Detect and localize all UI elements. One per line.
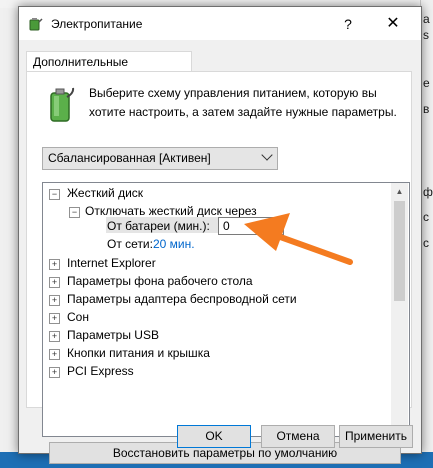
battery-setting-label[interactable]: От батареи (мин.):: [107, 218, 210, 234]
background-text: с: [423, 236, 429, 250]
background-window: [0, 0, 20, 468]
tree-item[interactable]: Сон: [67, 309, 89, 325]
collapse-icon[interactable]: −: [69, 207, 80, 218]
expand-icon[interactable]: +: [49, 313, 60, 324]
power-plan-value: Сбалансированная [Активен]: [48, 151, 211, 165]
power-options-icon: [29, 18, 43, 31]
collapse-icon[interactable]: −: [49, 189, 60, 200]
settings-tree[interactable]: − Жесткий диск − Отключать жесткий диск …: [42, 182, 410, 437]
background-text: ф: [423, 185, 433, 199]
ok-button[interactable]: OK: [177, 425, 251, 448]
tree-item[interactable]: Параметры адаптера беспроводной сети: [67, 291, 297, 307]
expand-icon[interactable]: +: [49, 349, 60, 360]
description-text: Выберите схему управления питанием, кото…: [89, 86, 397, 119]
tree-item[interactable]: Параметры фона рабочего стола: [67, 273, 253, 289]
cancel-button[interactable]: Отмена: [261, 425, 335, 448]
apply-button[interactable]: Применить: [339, 425, 413, 448]
close-button[interactable]: ✕: [383, 15, 403, 33]
tree-item[interactable]: Параметры USB: [67, 327, 159, 343]
tree-scrollbar[interactable]: ▲ ▼: [391, 183, 408, 436]
stepper-arrows-icon[interactable]: ▲ ▼: [270, 218, 283, 234]
window-title: Электропитание: [51, 17, 143, 31]
expand-icon[interactable]: +: [49, 259, 60, 270]
power-plan-select[interactable]: Сбалансированная [Активен]: [42, 147, 278, 170]
background-text: е: [423, 76, 430, 90]
expand-icon[interactable]: +: [49, 295, 60, 306]
expand-icon[interactable]: +: [49, 367, 60, 378]
scroll-up-icon[interactable]: ▲: [391, 183, 408, 200]
tree-item[interactable]: PCI Express: [67, 363, 134, 379]
ac-setting-value[interactable]: 20 мин.: [153, 236, 195, 252]
chevron-down-icon: [261, 149, 273, 161]
battery-minutes-stepper[interactable]: 0 ▲ ▼: [218, 217, 284, 235]
background-text: s: [423, 28, 429, 42]
tree-item-hard-disk[interactable]: Жесткий диск: [67, 185, 143, 201]
advanced-settings-panel: Выберите схему управления питанием, кото…: [26, 71, 412, 464]
help-button[interactable]: ?: [340, 16, 356, 32]
ac-setting-label[interactable]: От сети:: [107, 236, 153, 252]
background-text: с: [423, 210, 429, 224]
scroll-thumb[interactable]: [394, 201, 405, 301]
tree-item[interactable]: Кнопки питания и крышка: [67, 345, 210, 361]
background-text: а: [423, 12, 430, 26]
tab-advanced-settings[interactable]: Дополнительные параметры: [26, 51, 192, 83]
expand-icon[interactable]: +: [49, 277, 60, 288]
power-options-dialog: Электропитание ? ✕ Дополнительные параме…: [18, 6, 422, 464]
title-bar: Электропитание ? ✕: [19, 7, 421, 40]
background-text: в: [423, 102, 430, 116]
expand-icon[interactable]: +: [49, 331, 60, 342]
tree-item[interactable]: Internet Explorer: [67, 255, 156, 271]
battery-minutes-value: 0: [223, 219, 230, 233]
battery-icon: [50, 87, 75, 122]
